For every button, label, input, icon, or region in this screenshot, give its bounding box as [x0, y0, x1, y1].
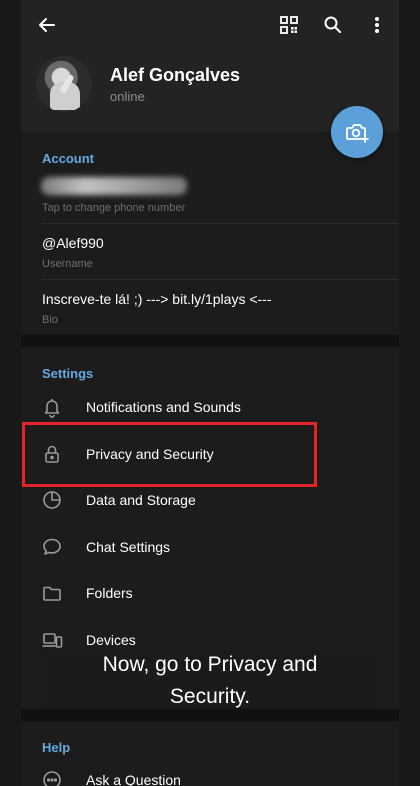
phone-number-blurred[interactable]	[41, 177, 187, 195]
tutorial-caption: Now, go to Privacy and Security.	[42, 651, 378, 711]
folder-icon	[41, 582, 63, 604]
divider	[42, 279, 399, 280]
section-separator	[21, 335, 399, 347]
help-section-title: Help	[42, 740, 71, 755]
back-arrow-icon[interactable]	[33, 11, 61, 39]
set-photo-button[interactable]	[331, 106, 383, 158]
caption-line-1: Now, go to Privacy and	[102, 653, 318, 676]
settings-item-label: Chat Settings	[86, 539, 171, 555]
privacy-highlight-box	[22, 422, 317, 487]
settings-section-title: Settings	[42, 366, 94, 381]
pie-chart-icon	[41, 489, 63, 511]
settings-item-label: Devices	[86, 632, 136, 648]
qr-code-icon[interactable]	[275, 11, 303, 39]
search-icon[interactable]	[319, 11, 347, 39]
bio-label: Bio	[42, 314, 58, 326]
help-item-ask-question[interactable]: Ask a Question	[21, 757, 399, 786]
question-bubble-icon	[41, 769, 63, 786]
username-value[interactable]: @Alef990	[42, 235, 104, 251]
divider	[42, 223, 399, 224]
phone-hint: Tap to change phone number	[42, 202, 186, 214]
section-separator	[21, 709, 399, 721]
camera-add-icon	[346, 124, 369, 143]
account-section-title: Account	[42, 151, 94, 166]
profile-name: Alef Gonçalves	[110, 65, 241, 85]
bell-icon	[41, 396, 63, 418]
settings-item-label: Data and Storage	[86, 492, 196, 508]
chat-bubble-icon	[41, 536, 63, 558]
more-vertical-icon[interactable]	[363, 11, 391, 39]
username-label: Username	[42, 258, 93, 270]
profile-status: online	[110, 89, 145, 104]
bio-value[interactable]: Inscreve-te lá! ;) ---> bit.ly/1plays <-…	[42, 291, 272, 307]
help-item-label: Ask a Question	[86, 772, 181, 786]
avatar[interactable]	[36, 56, 92, 112]
settings-item-folders[interactable]: Folders	[21, 570, 399, 616]
devices-icon	[41, 629, 63, 651]
settings-item-label: Folders	[86, 585, 133, 601]
settings-item-label: Notifications and Sounds	[86, 399, 241, 415]
settings-item-chat-settings[interactable]: Chat Settings	[21, 524, 399, 570]
